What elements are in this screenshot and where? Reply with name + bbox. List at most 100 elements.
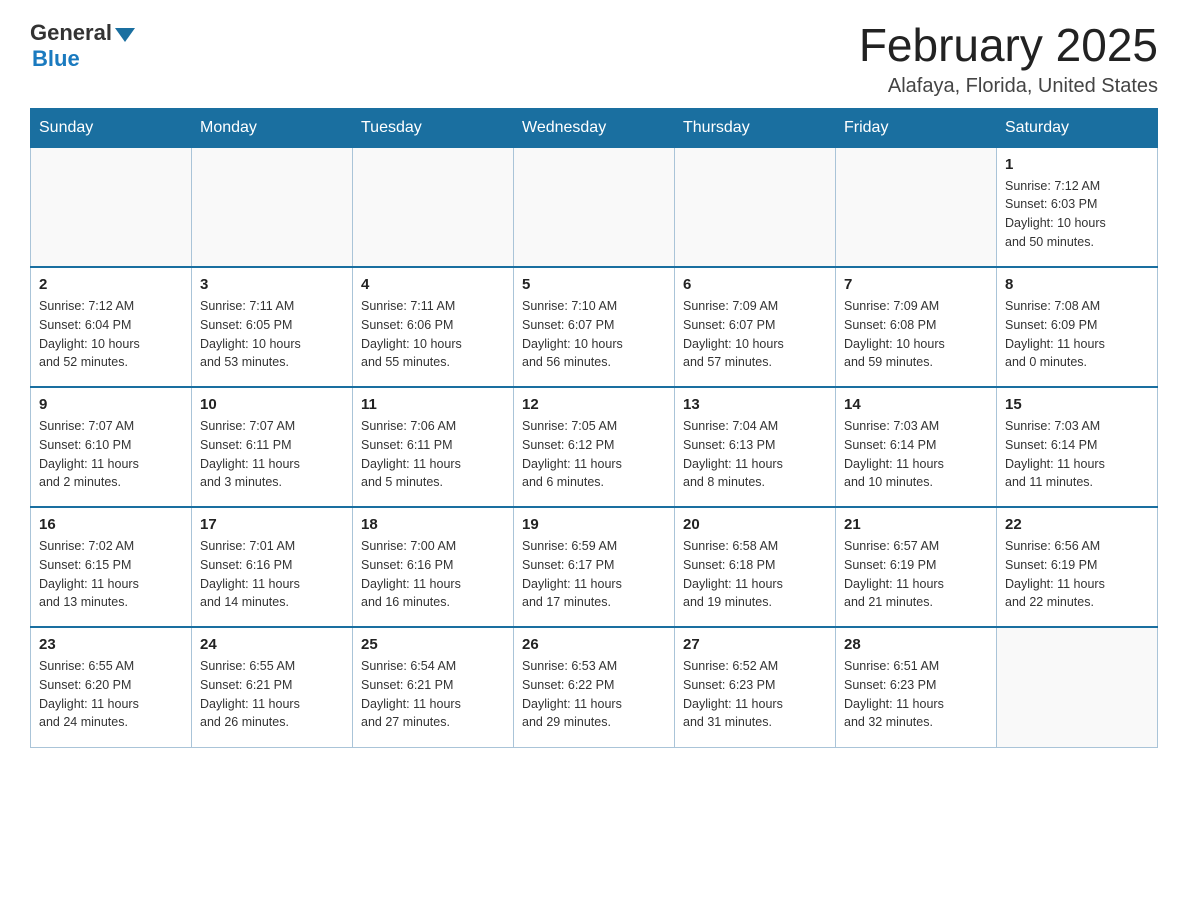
- calendar-cell: [31, 147, 192, 267]
- day-number: 27: [683, 636, 827, 653]
- day-info: Sunrise: 7:02 AM Sunset: 6:15 PM Dayligh…: [39, 537, 183, 612]
- day-info: Sunrise: 6:58 AM Sunset: 6:18 PM Dayligh…: [683, 537, 827, 612]
- calendar-cell: [675, 147, 836, 267]
- day-number: 8: [1005, 276, 1149, 293]
- day-number: 21: [844, 516, 988, 533]
- weekday-header-saturday: Saturday: [997, 108, 1158, 147]
- day-info: Sunrise: 7:11 AM Sunset: 6:05 PM Dayligh…: [200, 297, 344, 372]
- calendar-cell: 19Sunrise: 6:59 AM Sunset: 6:17 PM Dayli…: [514, 507, 675, 627]
- logo-general: General: [30, 20, 135, 46]
- day-number: 26: [522, 636, 666, 653]
- day-info: Sunrise: 7:01 AM Sunset: 6:16 PM Dayligh…: [200, 537, 344, 612]
- day-info: Sunrise: 7:12 AM Sunset: 6:04 PM Dayligh…: [39, 297, 183, 372]
- calendar-cell: [192, 147, 353, 267]
- day-info: Sunrise: 7:03 AM Sunset: 6:14 PM Dayligh…: [844, 417, 988, 492]
- day-number: 9: [39, 396, 183, 413]
- day-number: 1: [1005, 156, 1149, 173]
- calendar-cell: [514, 147, 675, 267]
- calendar-cell: 2 Sunrise: 7:12 AM Sunset: 6:04 PM Daylig…: [31, 267, 192, 387]
- weekday-header-row: SundayMondayTuesdayWednesdayThursdayFrid…: [31, 108, 1158, 147]
- page-header: General Blue February 2025 Alafaya, Flor…: [30, 20, 1158, 98]
- weekday-header-monday: Monday: [192, 108, 353, 147]
- day-number: 12: [522, 396, 666, 413]
- calendar-cell: 17 Sunrise: 7:01 AM Sunset: 6:16 PM Dayli…: [192, 507, 353, 627]
- calendar-cell: 22 Sunrise: 6:56 AM Sunset: 6:19 PM Dayli…: [997, 507, 1158, 627]
- calendar-cell: 21 Sunrise: 6:57 AM Sunset: 6:19 PM Dayli…: [836, 507, 997, 627]
- calendar-cell: 1 Sunrise: 7:12 AM Sunset: 6:03 PM Daylig…: [997, 147, 1158, 267]
- day-number: 5: [522, 276, 666, 293]
- weekday-header-friday: Friday: [836, 108, 997, 147]
- calendar-cell: 15 Sunrise: 7:03 AM Sunset: 6:14 PM Dayli…: [997, 387, 1158, 507]
- day-number: 14: [844, 396, 988, 413]
- calendar-cell: 7 Sunrise: 7:09 AM Sunset: 6:08 PM Daylig…: [836, 267, 997, 387]
- day-number: 24: [200, 636, 344, 653]
- week-row-1: 1 Sunrise: 7:12 AM Sunset: 6:03 PM Daylig…: [31, 147, 1158, 267]
- calendar-cell: 18 Sunrise: 7:00 AM Sunset: 6:16 PM Dayli…: [353, 507, 514, 627]
- day-info: Sunrise: 7:06 AM Sunset: 6:11 PM Dayligh…: [361, 417, 505, 492]
- logo-blue-text: Blue: [32, 46, 80, 72]
- day-info: Sunrise: 6:54 AM Sunset: 6:21 PM Dayligh…: [361, 657, 505, 732]
- logo: General Blue: [30, 20, 135, 72]
- calendar-cell: 11 Sunrise: 7:06 AM Sunset: 6:11 PM Dayli…: [353, 387, 514, 507]
- month-title: February 2025: [859, 20, 1158, 71]
- calendar-cell: 12 Sunrise: 7:05 AM Sunset: 6:12 PM Dayli…: [514, 387, 675, 507]
- calendar-cell: 26Sunrise: 6:53 AM Sunset: 6:22 PM Dayli…: [514, 627, 675, 747]
- day-number: 23: [39, 636, 183, 653]
- calendar-cell: 24 Sunrise: 6:55 AM Sunset: 6:21 PM Dayli…: [192, 627, 353, 747]
- calendar-cell: 23 Sunrise: 6:55 AM Sunset: 6:20 PM Dayli…: [31, 627, 192, 747]
- calendar-cell: 14 Sunrise: 7:03 AM Sunset: 6:14 PM Dayli…: [836, 387, 997, 507]
- weekday-header-thursday: Thursday: [675, 108, 836, 147]
- calendar-cell: 4 Sunrise: 7:11 AM Sunset: 6:06 PM Daylig…: [353, 267, 514, 387]
- day-info: Sunrise: 7:11 AM Sunset: 6:06 PM Dayligh…: [361, 297, 505, 372]
- week-row-5: 23 Sunrise: 6:55 AM Sunset: 6:20 PM Dayli…: [31, 627, 1158, 747]
- day-number: 2: [39, 276, 183, 293]
- calendar-cell: [997, 627, 1158, 747]
- day-info: Sunrise: 6:57 AM Sunset: 6:19 PM Dayligh…: [844, 537, 988, 612]
- day-number: 28: [844, 636, 988, 653]
- day-info: Sunrise: 7:03 AM Sunset: 6:14 PM Dayligh…: [1005, 417, 1149, 492]
- title-section: February 2025 Alafaya, Florida, United S…: [859, 20, 1158, 98]
- calendar-cell: 25 Sunrise: 6:54 AM Sunset: 6:21 PM Dayli…: [353, 627, 514, 747]
- calendar-cell: 3 Sunrise: 7:11 AM Sunset: 6:05 PM Daylig…: [192, 267, 353, 387]
- calendar-cell: 8 Sunrise: 7:08 AM Sunset: 6:09 PM Daylig…: [997, 267, 1158, 387]
- calendar-cell: 10Sunrise: 7:07 AM Sunset: 6:11 PM Dayli…: [192, 387, 353, 507]
- weekday-header-wednesday: Wednesday: [514, 108, 675, 147]
- day-number: 19: [522, 516, 666, 533]
- day-number: 18: [361, 516, 505, 533]
- day-number: 7: [844, 276, 988, 293]
- day-info: Sunrise: 7:07 AM Sunset: 6:10 PM Dayligh…: [39, 417, 183, 492]
- calendar-cell: 6 Sunrise: 7:09 AM Sunset: 6:07 PM Daylig…: [675, 267, 836, 387]
- day-info: Sunrise: 6:55 AM Sunset: 6:20 PM Dayligh…: [39, 657, 183, 732]
- calendar-cell: 28Sunrise: 6:51 AM Sunset: 6:23 PM Dayli…: [836, 627, 997, 747]
- day-number: 20: [683, 516, 827, 533]
- day-number: 6: [683, 276, 827, 293]
- location-text: Alafaya, Florida, United States: [859, 75, 1158, 98]
- calendar-table: SundayMondayTuesdayWednesdayThursdayFrid…: [30, 108, 1158, 748]
- day-info: Sunrise: 7:04 AM Sunset: 6:13 PM Dayligh…: [683, 417, 827, 492]
- day-number: 3: [200, 276, 344, 293]
- calendar-cell: [836, 147, 997, 267]
- day-number: 4: [361, 276, 505, 293]
- day-number: 15: [1005, 396, 1149, 413]
- calendar-cell: [353, 147, 514, 267]
- day-number: 25: [361, 636, 505, 653]
- day-info: Sunrise: 6:56 AM Sunset: 6:19 PM Dayligh…: [1005, 537, 1149, 612]
- day-info: Sunrise: 7:09 AM Sunset: 6:08 PM Dayligh…: [844, 297, 988, 372]
- day-info: Sunrise: 7:08 AM Sunset: 6:09 PM Dayligh…: [1005, 297, 1149, 372]
- calendar-cell: 27 Sunrise: 6:52 AM Sunset: 6:23 PM Dayli…: [675, 627, 836, 747]
- calendar-cell: 9 Sunrise: 7:07 AM Sunset: 6:10 PM Daylig…: [31, 387, 192, 507]
- day-number: 11: [361, 396, 505, 413]
- day-info: Sunrise: 7:09 AM Sunset: 6:07 PM Dayligh…: [683, 297, 827, 372]
- day-info: Sunrise: 7:05 AM Sunset: 6:12 PM Dayligh…: [522, 417, 666, 492]
- day-number: 17: [200, 516, 344, 533]
- day-info: Sunrise: 6:55 AM Sunset: 6:21 PM Dayligh…: [200, 657, 344, 732]
- calendar-cell: 16Sunrise: 7:02 AM Sunset: 6:15 PM Dayli…: [31, 507, 192, 627]
- weekday-header-tuesday: Tuesday: [353, 108, 514, 147]
- day-info: Sunrise: 7:00 AM Sunset: 6:16 PM Dayligh…: [361, 537, 505, 612]
- day-info: Sunrise: 7:12 AM Sunset: 6:03 PM Dayligh…: [1005, 177, 1149, 252]
- day-info: Sunrise: 6:52 AM Sunset: 6:23 PM Dayligh…: [683, 657, 827, 732]
- week-row-3: 9 Sunrise: 7:07 AM Sunset: 6:10 PM Daylig…: [31, 387, 1158, 507]
- day-info: Sunrise: 7:07 AM Sunset: 6:11 PM Dayligh…: [200, 417, 344, 492]
- weekday-header-sunday: Sunday: [31, 108, 192, 147]
- day-number: 22: [1005, 516, 1149, 533]
